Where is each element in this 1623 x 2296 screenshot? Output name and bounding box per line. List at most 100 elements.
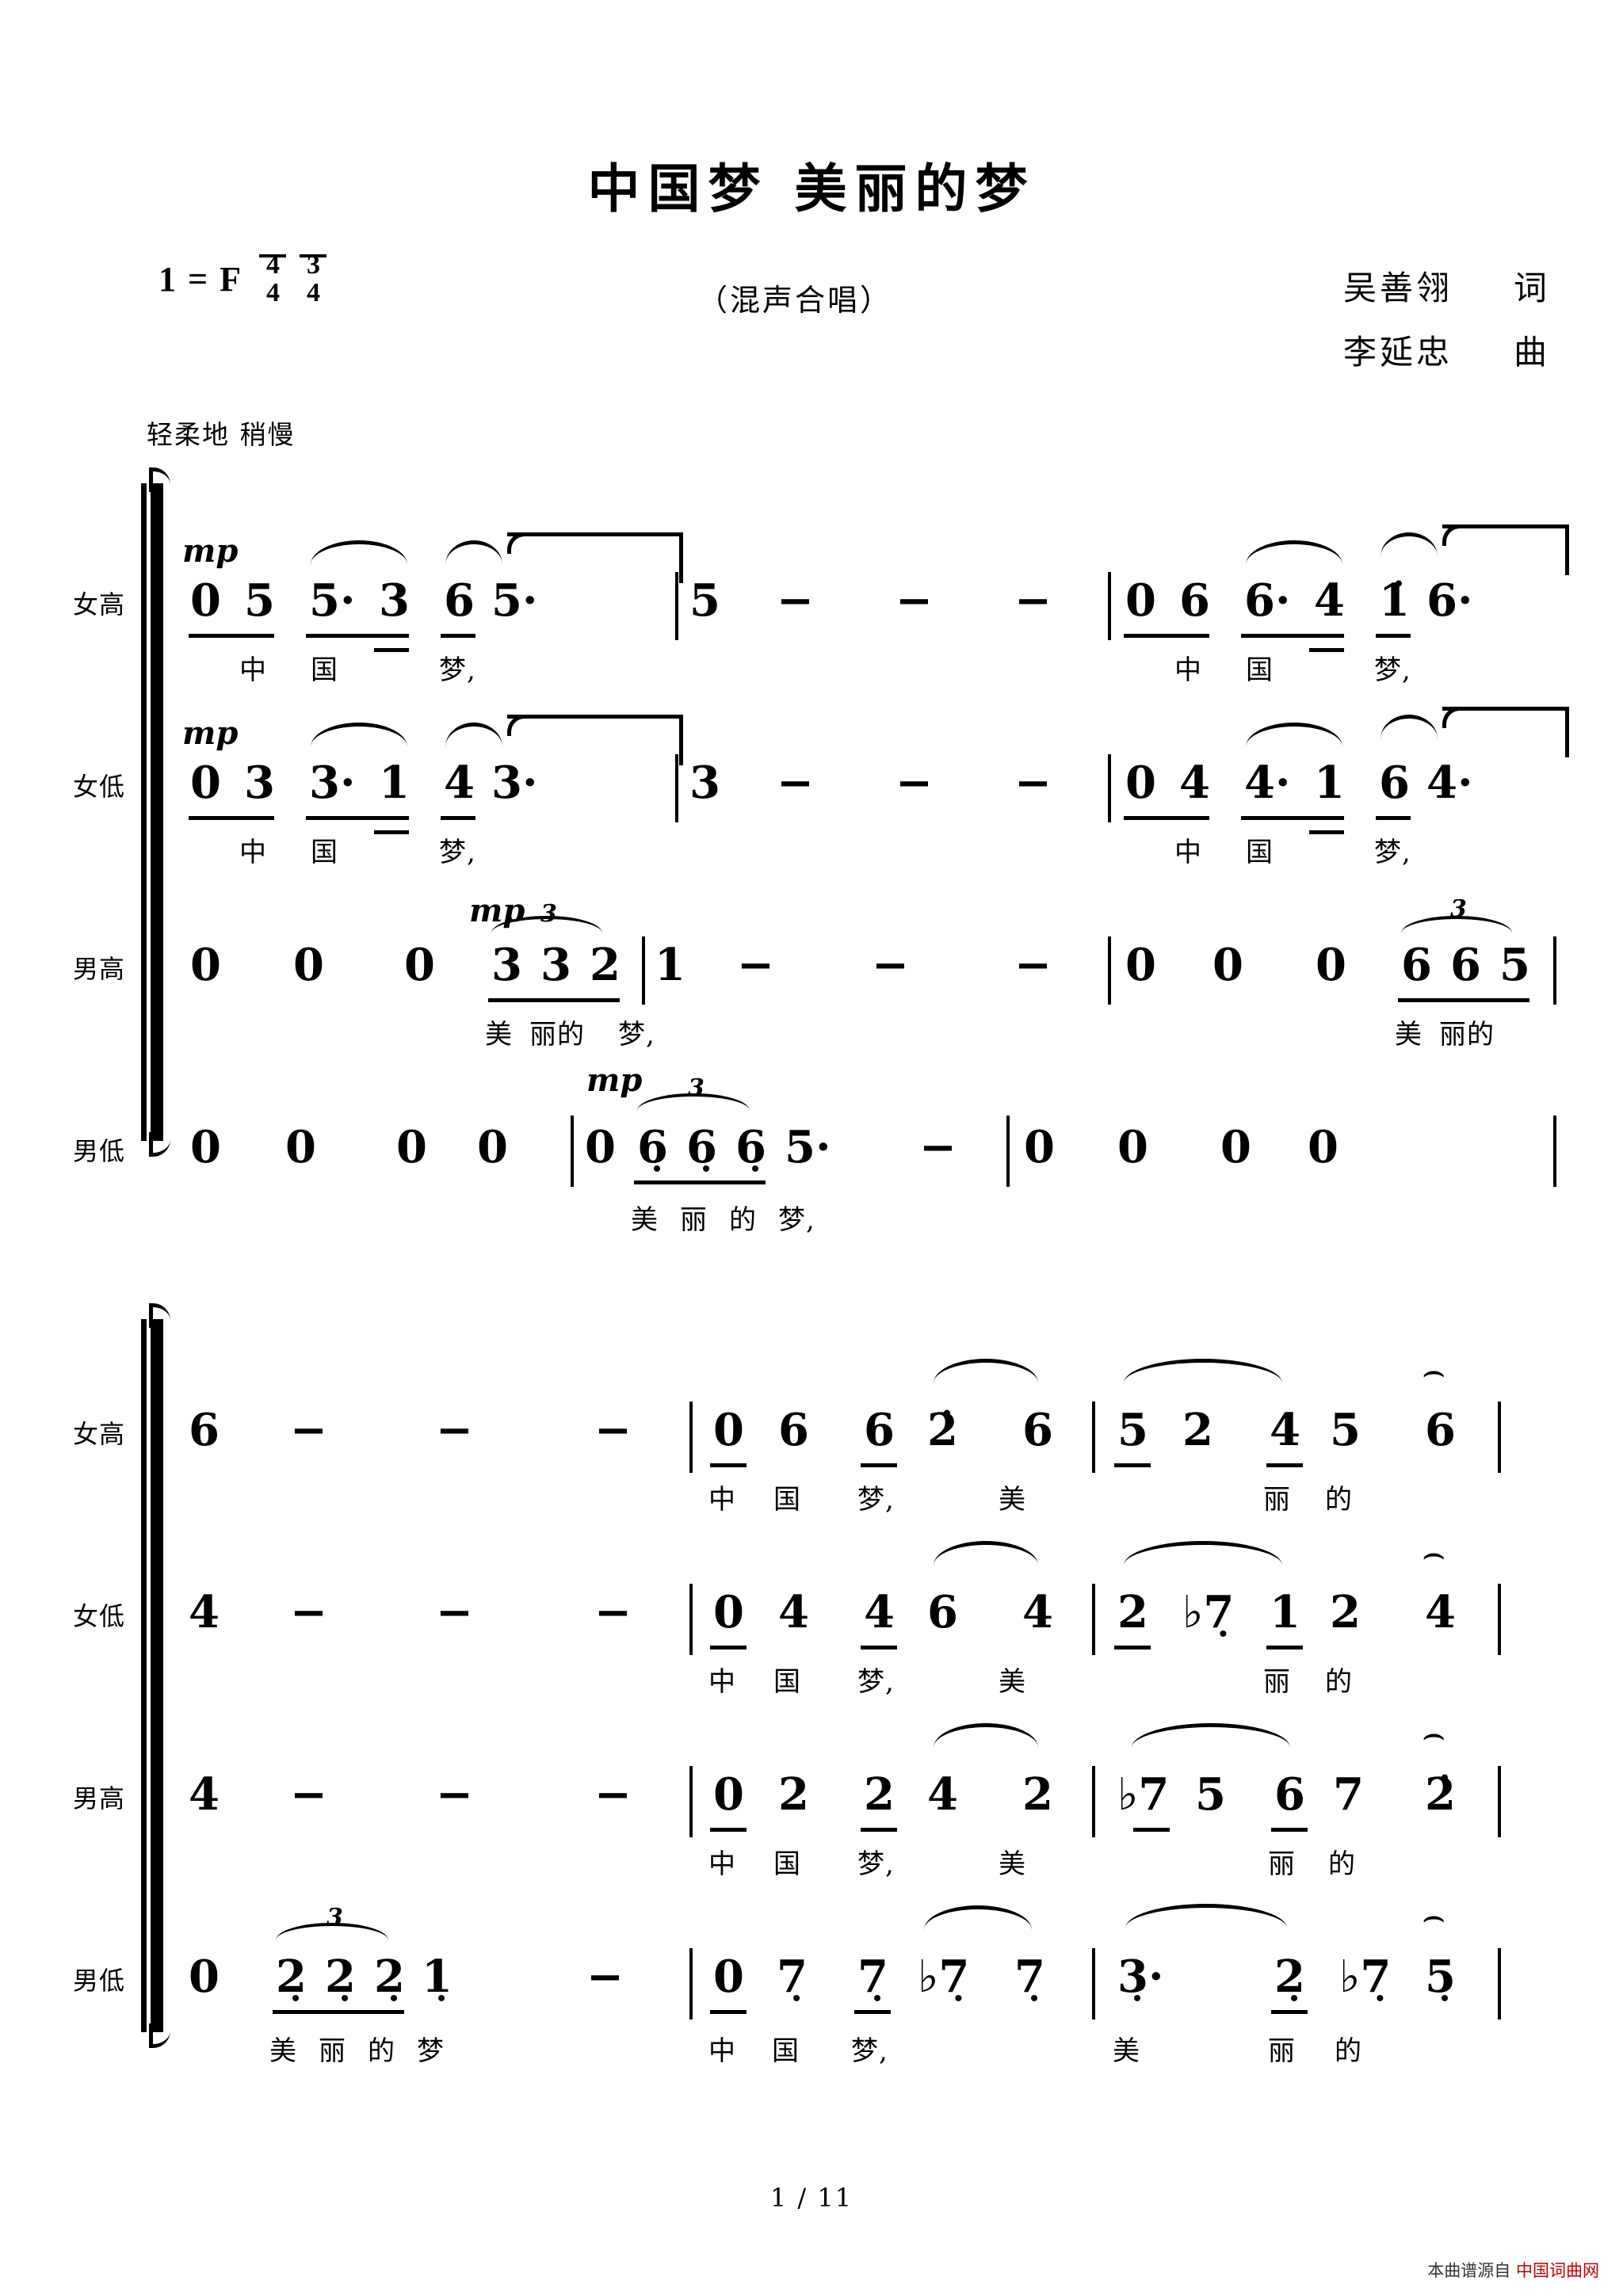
- tie-right-hook: [1565, 524, 1569, 575]
- note: 6: [1179, 574, 1210, 627]
- slur: [1381, 532, 1438, 557]
- beam: [1241, 634, 1344, 638]
- slur: [1132, 1723, 1290, 1748]
- note: 5: [1330, 1404, 1361, 1456]
- staff-row-tenor: 男高 4 − − − 0 2 2 4 2 ♭7 5 6 7 ⌢ 2̇ 中 国 梦…: [0, 1684, 1623, 1880]
- note: −: [777, 757, 814, 809]
- note: −: [436, 1586, 473, 1638]
- barline: [1092, 1948, 1095, 2019]
- note: 1: [379, 757, 410, 809]
- note: 5·: [785, 1121, 831, 1173]
- note: 1: [655, 939, 685, 991]
- staff-row-bass: 男低 0 3 2̣ 2̣ 2̣ 1̣ − 0 7̣ 7̣ ♭7̣ 7̣ 3̣· …: [0, 1866, 1623, 2067]
- note: 0: [1024, 1121, 1055, 1173]
- note: 4·: [1244, 757, 1291, 809]
- note: 4: [864, 1586, 895, 1638]
- notes-soprano: 6 − − − 0 6 6 2̇ 6 5 2 4 5 ⌢ 6 中 国 梦, 美 …: [174, 1319, 1575, 1516]
- note: −: [290, 1768, 327, 1821]
- note: 1: [1314, 757, 1345, 809]
- note: −: [777, 574, 814, 627]
- beam: [306, 816, 409, 820]
- beam: [1124, 634, 1209, 638]
- note: 0: [1220, 1121, 1251, 1173]
- note: 1̇: [1379, 574, 1410, 627]
- lyric: 的: [1335, 2035, 1362, 2067]
- voice-label-alto: 女低: [73, 772, 126, 802]
- note: −: [872, 939, 909, 991]
- beam: [189, 634, 274, 638]
- note: −: [290, 1404, 327, 1456]
- note: 2: [590, 939, 621, 991]
- time-sig-denominator: 4: [306, 277, 320, 307]
- barline: [1498, 1402, 1501, 1473]
- beam: [1266, 1646, 1303, 1650]
- beam: [488, 998, 620, 1002]
- sheet-music-page: 中国梦 美丽的梦 1 = F 4 4 3 4 （混声合唱） 吴善翎词 李延忠曲 …: [0, 0, 1623, 2296]
- note: −: [594, 1404, 632, 1456]
- lyric: 中: [708, 2035, 736, 2067]
- triplet-number: 3: [540, 900, 557, 928]
- note: 6: [864, 1404, 895, 1456]
- composer-credit: 李延忠 曲: [1343, 326, 1550, 374]
- note: 3: [491, 939, 522, 991]
- beam: [1376, 816, 1411, 820]
- note: 6: [778, 1404, 809, 1456]
- lyric: 丽: [680, 1204, 708, 1236]
- note: −: [594, 1586, 632, 1638]
- note: 4: [189, 1586, 220, 1638]
- beam: [710, 1828, 747, 1832]
- note: 2: [778, 1768, 809, 1821]
- note: 0: [585, 1121, 616, 1173]
- notes-alto: 4 − − − 0 4 4 6 4 2 ♭7̣ 1 2 ⌢ 4 中 国 梦, 美…: [174, 1501, 1575, 1698]
- slur: [1246, 540, 1342, 565]
- barline: [1108, 754, 1111, 822]
- credits: 吴善翎 词 李延忠 曲: [1343, 261, 1550, 390]
- note: −: [436, 1404, 473, 1456]
- barline: [675, 572, 678, 640]
- note: 0: [190, 939, 221, 991]
- barline: [1108, 936, 1111, 1005]
- music-system-1: 女高 mp 0 5 5· 3 6 5· 5 − − − 0 6 6· 4 1̇ …: [0, 483, 1623, 1236]
- beam: [710, 1463, 747, 1467]
- beam: [1271, 1828, 1308, 1832]
- tie-line: [507, 532, 683, 536]
- note: 3: [244, 757, 275, 809]
- staff-row-alto: 女低 4 − − − 0 4 4 6 4 2 ♭7̣ 1 2 ⌢ 4 中 国 梦…: [0, 1501, 1623, 1698]
- beam: [710, 1646, 747, 1650]
- triplet-number: 3: [327, 1904, 343, 1932]
- lyric: 梦: [417, 2035, 445, 2067]
- dynamic-mp: mp: [182, 532, 239, 570]
- slur: [445, 540, 502, 565]
- voice-label-bass: 男低: [73, 1136, 126, 1166]
- barline: [1092, 1402, 1095, 1473]
- key-and-meter: 1 = F 4 4 3 4: [158, 251, 327, 307]
- notes-bass: 0 0 0 0 mp 0 3 6̣ 6̣ 6̣ 5· − 0 0 0 0 美 丽…: [174, 1030, 1575, 1236]
- note: 2: [1330, 1586, 1361, 1638]
- note: 6̣: [735, 1121, 766, 1173]
- note: 6: [1379, 757, 1410, 809]
- barline: [689, 1948, 693, 2019]
- note: 0: [189, 1951, 220, 2003]
- composer-name: 李延忠: [1342, 333, 1453, 372]
- lyric: 美: [1113, 2035, 1140, 2067]
- barline: [675, 754, 678, 822]
- note: 3̣·: [1117, 1951, 1164, 2003]
- beam-second: [374, 648, 409, 652]
- note: 0: [404, 939, 435, 991]
- note: 4·: [1426, 757, 1473, 809]
- note: −: [919, 1121, 957, 1173]
- note: −: [586, 1951, 624, 2003]
- note: 0: [1125, 757, 1156, 809]
- lyricist-credit: 吴善翎 词: [1343, 261, 1550, 310]
- note: 2: [864, 1768, 895, 1821]
- lyric: 梦,: [851, 2035, 888, 2067]
- beam: [861, 1646, 897, 1650]
- note: 2: [1182, 1404, 1213, 1456]
- note: 0: [1125, 574, 1156, 627]
- beam: [273, 2010, 404, 2014]
- note: 2̇: [927, 1404, 958, 1456]
- note: 0: [477, 1121, 508, 1173]
- notes-soprano: mp 0 5 5· 3 6 5· 5 − − − 0 6 6· 4 1̇ 6· …: [174, 483, 1575, 686]
- note: 2: [1022, 1768, 1053, 1821]
- lyric: 美: [631, 1204, 659, 1236]
